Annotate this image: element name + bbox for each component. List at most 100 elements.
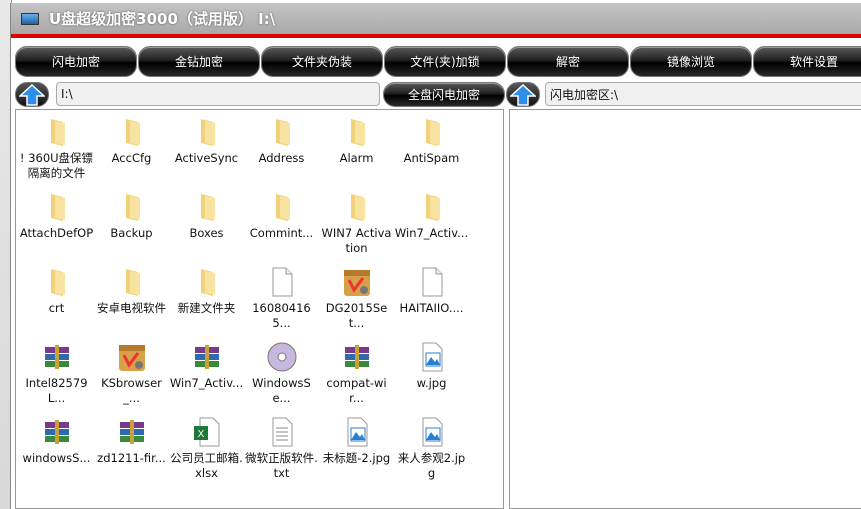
archive-icon (191, 341, 223, 373)
file-name: compat-wir... (326, 376, 387, 405)
folder-icon (116, 116, 148, 148)
file-name: Backup (110, 226, 153, 240)
file-item[interactable]: WindowsSe... (244, 341, 319, 416)
file-item[interactable]: 安卓电视软件 (94, 266, 169, 341)
file-name: WindowsSe... (252, 376, 311, 405)
image-icon (341, 416, 373, 448)
file-icon (266, 266, 298, 298)
disc-icon (266, 341, 298, 373)
arrow-up-icon (19, 83, 45, 106)
file-name: Alarm (339, 151, 374, 165)
file-name: windowsS... (22, 451, 91, 465)
file-item[interactable]: Alarm (319, 116, 394, 191)
folder-icon (116, 266, 148, 298)
app-icon (21, 12, 39, 25)
file-item[interactable]: Win7_Activ... (394, 191, 469, 266)
file-item[interactable]: w.jpg (394, 341, 469, 416)
file-item[interactable]: compat-wir... (319, 341, 394, 416)
file-name: WIN7 Activation (321, 226, 392, 255)
file-name: AntiSpam (403, 151, 460, 165)
app-window: U盘超级加密3000（试用版） I:\ 闪电加密 金钻加密 文件夹伪装 文件(夹)加锁… (10, 3, 861, 509)
file-item[interactable]: HAITAIIO.... (394, 266, 469, 341)
window-title: U盘超级加密3000（试用版） I:\ (49, 10, 276, 28)
file-item[interactable]: zd1211-fir... (94, 416, 169, 491)
file-item[interactable]: 新建文件夹 (169, 266, 244, 341)
file-name: w.jpg (416, 376, 447, 390)
archive-icon (341, 341, 373, 373)
file-name: 160804165... (252, 301, 311, 330)
file-item[interactable]: X 公司员工邮箱.xlsx (169, 416, 244, 491)
file-item[interactable]: Boxes (169, 191, 244, 266)
setup-icon (341, 266, 373, 298)
file-name: Commint... (249, 226, 314, 240)
arrow-up-icon (510, 83, 536, 106)
right-path-input[interactable]: 闪电加密区:\ (545, 82, 861, 106)
folder-icon (416, 116, 448, 148)
folder-icon (416, 191, 448, 223)
file-item[interactable]: AttachDefOP (19, 191, 94, 266)
file-name: Address (258, 151, 305, 165)
excel-icon: X (191, 416, 223, 448)
archive-icon (41, 341, 73, 373)
text-icon (266, 416, 298, 448)
file-item[interactable]: Win7_Activ... (169, 341, 244, 416)
file-name: ActiveSync (174, 151, 239, 165)
folder-icon (41, 266, 73, 298)
file-item[interactable]: Commint... (244, 191, 319, 266)
folder-icon (41, 116, 73, 148)
file-item[interactable]: Intel82579L... (19, 341, 94, 416)
file-item[interactable]: ActiveSync (169, 116, 244, 191)
left-path-input[interactable]: I:\ (56, 82, 380, 106)
toolbar-button-0[interactable]: 闪电加密 (15, 46, 137, 77)
svg-text:X: X (197, 429, 204, 440)
left-file-pane[interactable]: ! 360U盘保镖隔离的文件 AccCfg ActiveSync Address Ala… (15, 109, 504, 509)
left-up-button[interactable] (15, 82, 49, 107)
folder-icon (191, 266, 223, 298)
folder-icon (266, 191, 298, 223)
archive-icon (41, 416, 73, 448)
file-item[interactable]: crt (19, 266, 94, 341)
file-item[interactable]: Address (244, 116, 319, 191)
file-name: 来人参观2.jpg (397, 451, 466, 480)
toolbar-button-2[interactable]: 文件夹伪装 (261, 46, 383, 77)
file-name: 微软正版软件.txt (245, 451, 318, 480)
file-name: crt (48, 301, 65, 315)
file-item[interactable]: WIN7 Activation (319, 191, 394, 266)
file-name: Intel82579L... (25, 376, 88, 405)
toolbar-button-4[interactable]: 解密 (507, 46, 629, 77)
file-name: 安卓电视软件 (97, 301, 166, 315)
file-name: ! 360U盘保镖隔离的文件 (19, 151, 94, 180)
title-divider (11, 34, 861, 38)
folder-icon (341, 191, 373, 223)
file-name: 未标题-2.jpg (322, 451, 391, 465)
full-disk-encrypt-button[interactable]: 全盘闪电加密 (383, 82, 505, 107)
image-icon (416, 416, 448, 448)
file-item[interactable]: ! 360U盘保镖隔离的文件 (19, 116, 94, 191)
file-item[interactable]: windowsS... (19, 416, 94, 491)
right-up-button[interactable] (506, 82, 540, 107)
file-name: Win7_Activ... (169, 376, 244, 390)
file-item[interactable]: 未标题-2.jpg (319, 416, 394, 491)
file-item[interactable]: Backup (94, 191, 169, 266)
file-item[interactable]: 160804165... (244, 266, 319, 341)
toolbar-button-1[interactable]: 金钻加密 (138, 46, 260, 77)
toolbar-button-6[interactable]: 软件设置 (753, 46, 861, 77)
file-item[interactable]: 微软正版软件.txt (244, 416, 319, 491)
file-item[interactable]: AntiSpam (394, 116, 469, 191)
file-name: AccCfg (111, 151, 152, 165)
file-item[interactable]: 来人参观2.jpg (394, 416, 469, 491)
toolbar-button-3[interactable]: 文件(夹)加锁 (384, 46, 506, 77)
folder-icon (341, 116, 373, 148)
file-item[interactable]: DG2015Set... (319, 266, 394, 341)
file-name: zd1211-fir... (97, 451, 166, 465)
file-item[interactable]: KSbrowser_... (94, 341, 169, 416)
folder-icon (116, 191, 148, 223)
right-encrypted-pane[interactable] (509, 109, 861, 509)
folder-icon (191, 116, 223, 148)
file-name: DG2015Set... (325, 301, 388, 330)
file-name: Boxes (189, 226, 224, 240)
title-bar[interactable]: U盘超级加密3000（试用版） I:\ (11, 3, 861, 34)
file-item[interactable]: AccCfg (94, 116, 169, 191)
file-name: KSbrowser_... (101, 376, 162, 405)
toolbar-button-5[interactable]: 镜像浏览 (630, 46, 752, 77)
